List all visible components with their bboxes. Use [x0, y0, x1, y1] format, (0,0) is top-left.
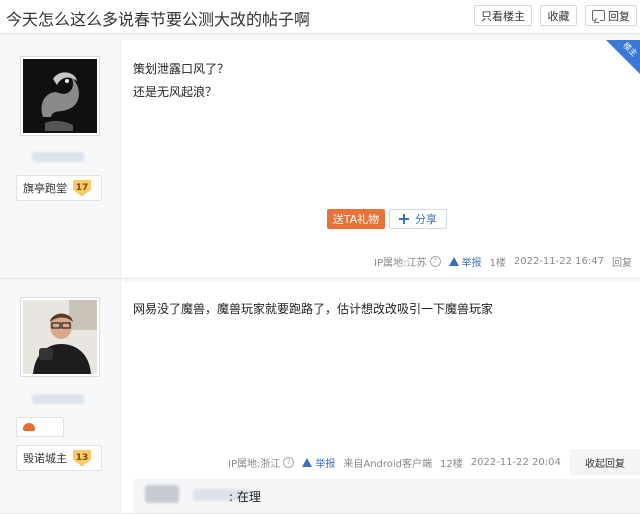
- post-time: 2022-11-22 20:04: [470, 457, 561, 468]
- badge-name: 毁诺城主: [23, 452, 67, 465]
- floor-number: 1楼: [489, 258, 506, 269]
- post-meta: IP属地:江苏 ? 举报 1楼 2022-11-22 16:47 回复: [374, 254, 632, 269]
- report-link[interactable]: 举报: [315, 455, 335, 470]
- member-badge[interactable]: 毁诺城主 13: [16, 445, 102, 471]
- username-blurred[interactable]: [32, 152, 84, 162]
- post-content: 策划泄露口风了？ 还是无风起浪？: [133, 58, 229, 104]
- floor-number: 12楼: [440, 459, 463, 470]
- favorite-button[interactable]: 收藏: [540, 5, 577, 26]
- post-meta: IP属地:浙江 ? 举报 来自Android客户端 12楼 2022-11-22…: [228, 455, 561, 470]
- post-floor-1: 旗亭跑堂 17 楼主 策划泄露口风了？ 还是无风起浪？ IP属地:江苏 ? 举报…: [0, 40, 640, 279]
- report-link[interactable]: 举报: [462, 254, 482, 269]
- avatar[interactable]: [20, 56, 100, 136]
- member-badge[interactable]: 旗亭跑堂 17: [16, 175, 102, 201]
- ip-location: IP属地:浙江: [228, 459, 281, 470]
- only-op-button[interactable]: 只看楼主: [474, 5, 532, 26]
- level-icon: 17: [73, 179, 91, 197]
- reply-button-label: 回复: [608, 9, 630, 23]
- badge-icon: [23, 423, 35, 431]
- warning-icon: [302, 458, 313, 467]
- share-button[interactable]: 分享: [389, 209, 447, 229]
- avatar-image: [23, 59, 97, 133]
- reply-link[interactable]: 回复: [612, 254, 632, 269]
- avatar[interactable]: [20, 297, 100, 377]
- collapse-replies-button[interactable]: 收起回复: [570, 449, 640, 475]
- post-time: 2022-11-22 16:47: [513, 256, 604, 267]
- username-blurred[interactable]: [32, 394, 84, 404]
- avatar-image: [23, 300, 97, 374]
- thread-header: 今天怎么这么多说春节要公测大改的帖子啊 只看楼主 收藏 回复: [0, 0, 640, 34]
- share-label: 分享: [415, 213, 437, 226]
- post-line: 策划泄露口风了？: [133, 62, 230, 76]
- comment-icon: [592, 10, 605, 21]
- post-content: 网易没了魔兽，魔兽玩家就要跑路了，估计想改改吸引一下魔兽玩家: [133, 302, 494, 316]
- achievement-badge[interactable]: [16, 417, 64, 437]
- warning-icon: [448, 257, 459, 266]
- sub-reply-text: : 在理: [229, 490, 261, 504]
- sub-reply-area: : 在理: [133, 479, 640, 513]
- author-panel: 旗亭跑堂 17: [0, 40, 121, 278]
- post-line: 还是无风起浪？: [133, 85, 218, 99]
- replier-avatar-blurred[interactable]: [145, 485, 179, 503]
- level-icon: 13: [73, 449, 91, 467]
- ip-location: IP属地:江苏: [374, 258, 427, 269]
- thread-title: 今天怎么这么多说春节要公测大改的帖子啊: [6, 10, 311, 29]
- help-icon[interactable]: ?: [429, 256, 441, 267]
- help-icon[interactable]: ?: [283, 457, 295, 468]
- badge-name: 旗亭跑堂: [23, 182, 67, 195]
- author-panel: 毁诺城主 13: [0, 282, 121, 513]
- send-gift-button[interactable]: 送TA礼物: [327, 209, 385, 229]
- reply-button[interactable]: 回复: [585, 5, 637, 26]
- plus-icon: [399, 214, 409, 224]
- client-source: 来自Android客户端: [343, 459, 433, 470]
